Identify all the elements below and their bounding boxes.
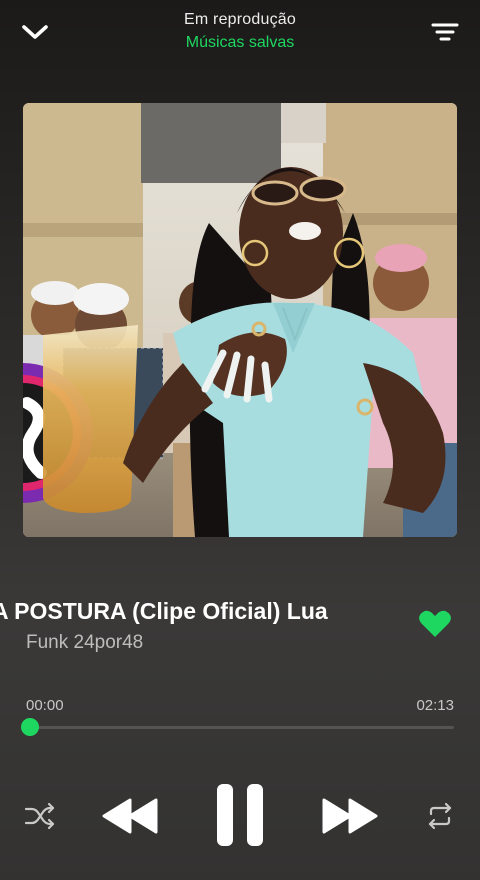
heart-icon bbox=[419, 610, 451, 637]
chevron-down-icon bbox=[22, 25, 48, 39]
track-title-marquee: A POSTURA (Clipe Oficial) Lua bbox=[0, 596, 408, 632]
total-duration: 02:13 bbox=[416, 697, 454, 714]
repeat-icon bbox=[428, 802, 452, 830]
playlist-link[interactable]: Músicas salvas bbox=[90, 34, 390, 52]
track-artist[interactable]: Funk 24por48 bbox=[26, 632, 143, 654]
pause-icon bbox=[217, 784, 263, 846]
queue-button[interactable] bbox=[424, 14, 466, 50]
collapse-button[interactable] bbox=[14, 14, 56, 50]
pause-button[interactable] bbox=[208, 780, 272, 850]
album-artwork-image bbox=[23, 103, 457, 537]
album-artwork bbox=[23, 103, 457, 537]
now-playing-header: Em reprodução Músicas salvas bbox=[0, 0, 480, 70]
repeat-button[interactable] bbox=[420, 796, 460, 836]
previous-icon bbox=[102, 798, 158, 834]
queue-filter-icon bbox=[431, 23, 459, 41]
previous-button[interactable] bbox=[98, 792, 162, 840]
next-button[interactable] bbox=[318, 792, 382, 840]
shuffle-icon bbox=[24, 802, 55, 830]
elapsed-time: 00:00 bbox=[26, 697, 64, 714]
shuffle-button[interactable] bbox=[20, 796, 60, 836]
track-title: A POSTURA (Clipe Oficial) Lua bbox=[0, 598, 328, 624]
progress-knob[interactable] bbox=[21, 718, 39, 736]
progress-bar[interactable] bbox=[21, 718, 454, 736]
next-icon bbox=[322, 798, 378, 834]
header-title: Em reprodução bbox=[184, 11, 296, 28]
like-button[interactable] bbox=[414, 604, 456, 644]
